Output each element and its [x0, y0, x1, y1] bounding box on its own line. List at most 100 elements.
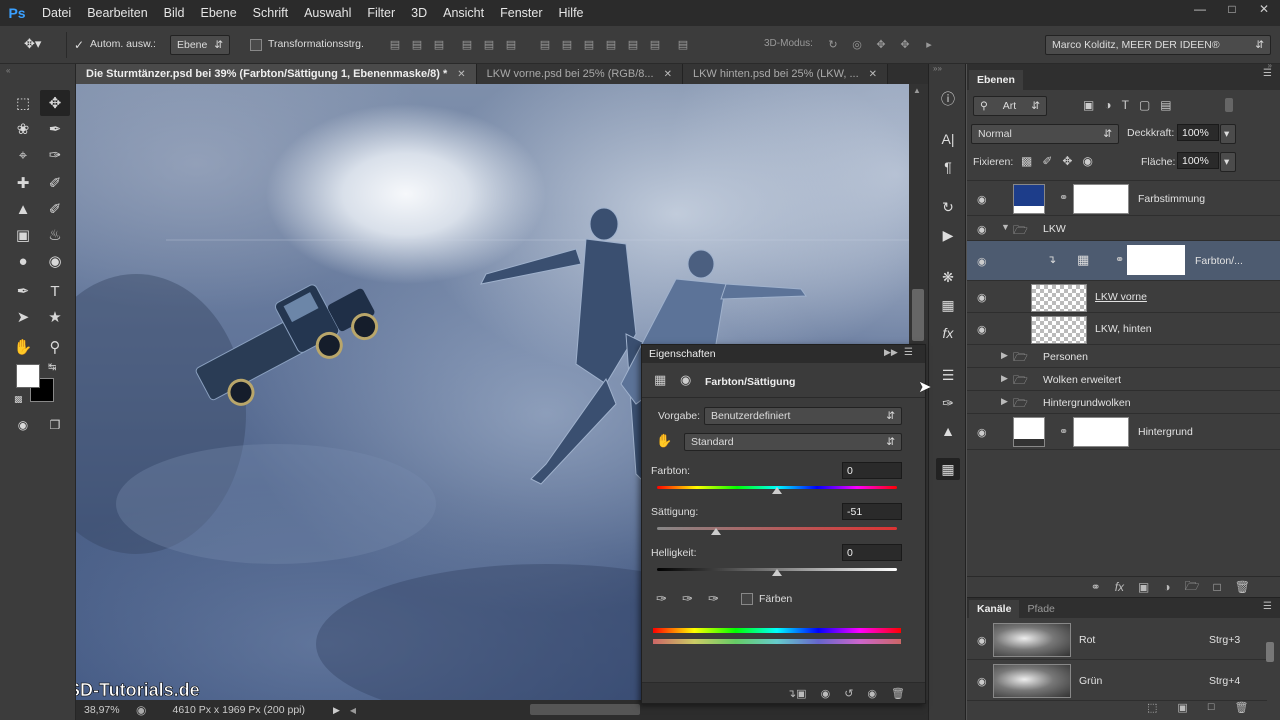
default-colors-icon[interactable]: ▩ — [14, 394, 23, 405]
expand-icon[interactable]: »» — [933, 64, 942, 73]
stamp-tool-icon[interactable]: ▲ — [8, 196, 38, 222]
channels-scroll-thumb[interactable] — [1266, 642, 1274, 662]
distribute-left-icon[interactable]: ▤ — [604, 37, 618, 51]
opacity-dropdown[interactable]: ▾ — [1220, 124, 1236, 144]
eye-icon[interactable]: ◉ — [977, 255, 991, 268]
properties-icon[interactable]: ▦ — [936, 458, 960, 480]
load-selection-icon[interactable]: ⬚ — [1147, 701, 1157, 714]
brush-tool-icon[interactable]: ✐ — [40, 170, 70, 196]
save-selection-icon[interactable]: ▣ — [1177, 701, 1187, 714]
trash-icon[interactable]: 🗑 — [1235, 580, 1250, 594]
menu-bearbeiten[interactable]: Bearbeiten — [79, 0, 155, 26]
actions-icon[interactable]: ▶ — [936, 224, 960, 246]
menu-hilfe[interactable]: Hilfe — [551, 0, 592, 26]
eye-icon[interactable]: ◉ — [977, 675, 991, 688]
smart-object-filter-icon[interactable]: ▤ — [1160, 98, 1171, 112]
filter-toggle[interactable] — [1225, 98, 1233, 112]
layer-row-hue-saturation[interactable]: ◉ ↴ ▦ ⚭ Farbton/... — [967, 241, 1280, 281]
eyedropper-add-icon[interactable]: ✑ — [682, 591, 693, 607]
fx-icon[interactable]: fx — [1115, 580, 1124, 594]
auto-select-checkbox[interactable]: ✓ — [74, 38, 84, 52]
lock-pixels-icon[interactable]: ✐ — [1042, 154, 1052, 168]
new-channel-icon[interactable]: □ — [1208, 701, 1215, 714]
distribute-top-icon[interactable]: ▤ — [538, 37, 552, 51]
close-icon[interactable]: ✕ — [664, 69, 672, 80]
blend-mode-dropdown[interactable]: Normal ⇵ — [971, 124, 1119, 144]
align-vcenter-icon[interactable]: ▤ — [410, 37, 424, 51]
layer-group-hintergrundwolken[interactable]: ▶ 🗁 Hintergrundwolken — [967, 391, 1280, 414]
add-mask-icon[interactable]: ▣ — [1138, 580, 1149, 594]
pen-tool-icon[interactable]: ✒ — [8, 278, 38, 304]
eye-icon[interactable]: ◉ — [977, 634, 991, 647]
link-icon[interactable]: ⚭ — [1115, 253, 1124, 266]
opacity-input[interactable]: 100% — [1177, 124, 1219, 141]
trash-icon[interactable]: 🗑 — [1234, 701, 1248, 714]
saturation-input[interactable]: -51 — [842, 503, 902, 520]
menu-auswahl[interactable]: Auswahl — [296, 0, 359, 26]
expand-closed-icon[interactable]: ▶ — [1001, 396, 1008, 407]
paint-bucket-tool-icon[interactable]: ♨ — [40, 222, 70, 248]
eye-icon[interactable]: ◉ — [977, 426, 991, 439]
link-icon[interactable]: ⚭ — [1059, 425, 1068, 438]
brush-presets-icon[interactable]: ✑ — [936, 392, 960, 414]
zoom-level[interactable]: 38,97% — [84, 704, 132, 716]
visibility-eye-icon[interactable]: ◉ — [867, 687, 877, 700]
eye-icon[interactable]: ◉ — [977, 291, 991, 304]
path-select-tool-icon[interactable]: ➤ — [8, 304, 38, 330]
layer-row-hintergrund[interactable]: ◉ ⚭ Hintergrund — [967, 414, 1280, 450]
menu-datei[interactable]: Datei — [34, 0, 79, 26]
fx-icon[interactable]: fx — [936, 322, 960, 344]
pan-3d-icon[interactable]: ✥ — [874, 37, 888, 51]
pixel-filter-icon[interactable]: ▣ — [1083, 98, 1094, 112]
link-icon[interactable]: ⚭ — [1059, 191, 1068, 204]
channel-row-rot[interactable]: ◉ Rot Strg+3 — [967, 620, 1267, 660]
align-right-icon[interactable]: ▤ — [504, 37, 518, 51]
crop-tool-icon[interactable]: ⌖ — [8, 142, 38, 168]
scroll-thumb[interactable] — [912, 289, 924, 341]
move-tool-icon[interactable]: ✥▾ — [24, 36, 41, 52]
targeted-adjustment-hand-icon[interactable]: ✋ — [656, 433, 672, 449]
adjustment-layer-icon[interactable]: ▦ — [654, 372, 666, 388]
dodge-tool-icon[interactable]: ◉ — [40, 248, 70, 274]
blur-tool-icon[interactable]: ● — [8, 248, 38, 274]
tab-pfade[interactable]: Pfade — [1019, 600, 1062, 618]
menu-3d[interactable]: 3D — [403, 0, 435, 26]
close-icon[interactable]: ✕ — [869, 69, 877, 80]
adjustments-icon[interactable]: ☰ — [936, 364, 960, 386]
status-icon[interactable]: ◉ — [136, 703, 146, 717]
horizontal-scroll-thumb[interactable] — [530, 704, 640, 715]
lock-position-icon[interactable]: ✥ — [1062, 154, 1072, 168]
fill-dropdown[interactable]: ▾ — [1220, 152, 1236, 172]
expand-closed-icon[interactable]: ▶ — [1001, 350, 1008, 361]
history-icon[interactable]: ↻ — [936, 196, 960, 218]
layer-row-lkw-hinten[interactable]: ◉ LKW, hinten — [967, 313, 1280, 345]
eyedropper-icon[interactable]: ✑ — [656, 591, 667, 607]
distribute-vcenter-icon[interactable]: ▤ — [560, 37, 574, 51]
saturation-slider-track[interactable] — [657, 527, 897, 530]
eye-icon[interactable]: ◉ — [977, 193, 991, 206]
close-icon[interactable]: ✕ — [457, 69, 465, 80]
menu-ansicht[interactable]: Ansicht — [435, 0, 492, 26]
distribute-right-icon[interactable]: ▤ — [648, 37, 662, 51]
paragraph-icon[interactable]: ¶ — [936, 156, 960, 178]
workspace-dropdown[interactable]: Marco Kolditz, MEER DER IDEEN® ⇵ — [1045, 35, 1271, 55]
menu-filter[interactable]: Filter — [359, 0, 403, 26]
transform-controls-checkbox[interactable] — [250, 39, 262, 51]
adjustment-filter-icon[interactable]: ◑ — [1104, 98, 1111, 112]
new-adjustment-icon[interactable]: ◑ — [1163, 580, 1170, 594]
marquee-tool-icon[interactable]: ⬚ — [8, 90, 38, 116]
lock-transparency-icon[interactable]: ▩ — [1021, 154, 1032, 168]
healing-tool-icon[interactable]: ✚ — [8, 170, 38, 196]
doc-tab-lkw-vorne[interactable]: LKW vorne.psd bei 25% (RGB/8... ✕ — [476, 64, 683, 84]
maximize-icon[interactable]: □ — [1216, 0, 1248, 18]
layer-group-wolken-erweitert[interactable]: ▶ 🗁 Wolken erweitert — [967, 368, 1280, 391]
align-top-icon[interactable]: ▤ — [388, 37, 402, 51]
hue-slider-knob[interactable] — [772, 487, 782, 494]
new-layer-icon[interactable]: □ — [1214, 580, 1221, 594]
scale-3d-icon[interactable]: ▸ — [922, 37, 936, 51]
foreground-color-swatch[interactable] — [16, 364, 40, 388]
rotate-3d-icon[interactable]: ↻ — [826, 37, 840, 51]
lightness-input[interactable]: 0 — [842, 544, 902, 561]
align-hcenter-icon[interactable]: ▤ — [482, 37, 496, 51]
layer-filter-dropdown[interactable]: ⚲ Art ⇵ — [973, 96, 1047, 116]
